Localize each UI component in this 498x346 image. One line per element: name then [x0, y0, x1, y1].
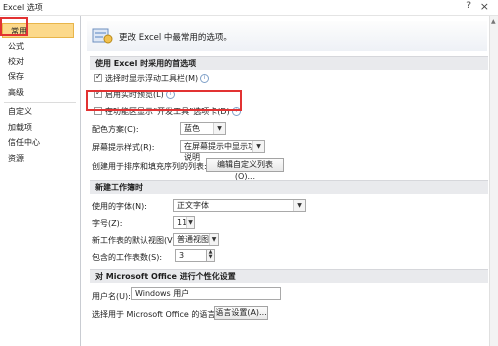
mini-toolbar-option: 选择时显示浮动工具栏(M) i	[105, 73, 210, 84]
sidebar-item-save[interactable]: 保存	[0, 69, 80, 84]
username-label: 用户名(U):	[92, 292, 131, 301]
stepper-down-icon[interactable]: ▼	[207, 255, 214, 260]
sidebar-item-resources[interactable]: 资源	[0, 151, 80, 166]
username-input[interactable]: Windows 用户	[131, 287, 281, 300]
font-value: 正文字体	[177, 201, 209, 210]
sidebar-item-addins[interactable]: 加载项	[0, 120, 80, 135]
sidebar-item-proofing[interactable]: 校对	[0, 54, 80, 69]
color-scheme-value: 蓝色	[184, 124, 200, 133]
custom-list-label: 创建用于排序和填充序列的列表:	[92, 162, 207, 171]
sidebar-item-customize[interactable]: 自定义	[0, 104, 80, 119]
section-new-workbook: 新建工作簿时	[90, 180, 488, 194]
section-new-workbook-title: 新建工作簿时	[95, 183, 143, 192]
chevron-down-icon: ▼	[293, 200, 305, 211]
default-view-value: 普通视图	[177, 235, 209, 244]
sidebar-item-advanced[interactable]: 高级	[0, 85, 80, 100]
font-size-label: 字号(Z):	[92, 219, 123, 228]
chevron-down-icon: ▼	[213, 123, 225, 134]
font-select[interactable]: 正文字体 ▼	[173, 199, 306, 212]
close-button[interactable]: ×	[480, 0, 489, 13]
help-button[interactable]: ?	[466, 1, 471, 11]
chevron-down-icon: ▼	[252, 141, 264, 152]
section-personalize-title: 对 Microsoft Office 进行个性化设置	[95, 272, 236, 281]
font-size-select[interactable]: 11 ▼	[173, 216, 195, 229]
default-view-label: 新工作表的默认视图(V):	[92, 236, 179, 245]
chevron-down-icon: ▼	[186, 217, 194, 228]
language-label: 选择用于 Microsoft Office 的语言:	[92, 310, 219, 319]
highlight-box-general	[0, 17, 28, 36]
section-preferences: 使用 Excel 时采用的首选项	[90, 56, 488, 70]
sidebar: 常用 公式 校对 保存 高级 自定义 加载项 信任中心 资源	[0, 16, 81, 346]
page-header: 更改 Excel 中最常用的选项。	[87, 21, 487, 51]
color-scheme-label: 配色方案(C):	[92, 125, 139, 134]
page-header-text: 更改 Excel 中最常用的选项。	[119, 33, 232, 43]
sidebar-divider	[4, 102, 76, 103]
window-title: Excel 选项	[3, 3, 43, 12]
sheet-count-label: 包含的工作表数(S):	[92, 253, 163, 262]
info-icon: i	[200, 74, 210, 83]
screentip-select[interactable]: 在屏幕提示中显示功能说明 ▼	[180, 140, 265, 162]
main-panel: 更改 Excel 中最常用的选项。 使用 Excel 时采用的首选项 选择时显示…	[82, 16, 498, 346]
section-personalize: 对 Microsoft Office 进行个性化设置	[90, 269, 488, 283]
sheet-count-stepper[interactable]: ▲ ▼	[206, 249, 215, 262]
settings-icon	[92, 28, 113, 44]
sidebar-item-formulas[interactable]: 公式	[0, 39, 80, 54]
default-view-select[interactable]: 普通视图 ▼	[173, 233, 219, 246]
scrollbar[interactable]: ▲	[489, 16, 498, 346]
highlight-box-developer-tab	[86, 90, 242, 111]
language-settings-button[interactable]: 语言设置(A)...	[214, 306, 268, 320]
sidebar-item-trust-center[interactable]: 信任中心	[0, 135, 80, 150]
chevron-down-icon: ▼	[209, 234, 218, 245]
screentip-label: 屏幕提示样式(R):	[92, 143, 155, 152]
color-scheme-select[interactable]: 蓝色 ▼	[180, 122, 226, 135]
sheet-count-input[interactable]: 3	[175, 249, 207, 262]
mini-toolbar-checkbox[interactable]	[94, 72, 102, 82]
font-label: 使用的字体(N):	[92, 202, 147, 211]
edit-custom-lists-button[interactable]: 编辑自定义列表(O)...	[206, 158, 284, 181]
mini-toolbar-label: 选择时显示浮动工具栏(M)	[105, 74, 199, 83]
scroll-up-icon[interactable]: ▲	[491, 18, 496, 25]
section-preferences-title: 使用 Excel 时采用的首选项	[95, 59, 197, 68]
title-bar: Excel 选项 ? ×	[0, 0, 498, 16]
